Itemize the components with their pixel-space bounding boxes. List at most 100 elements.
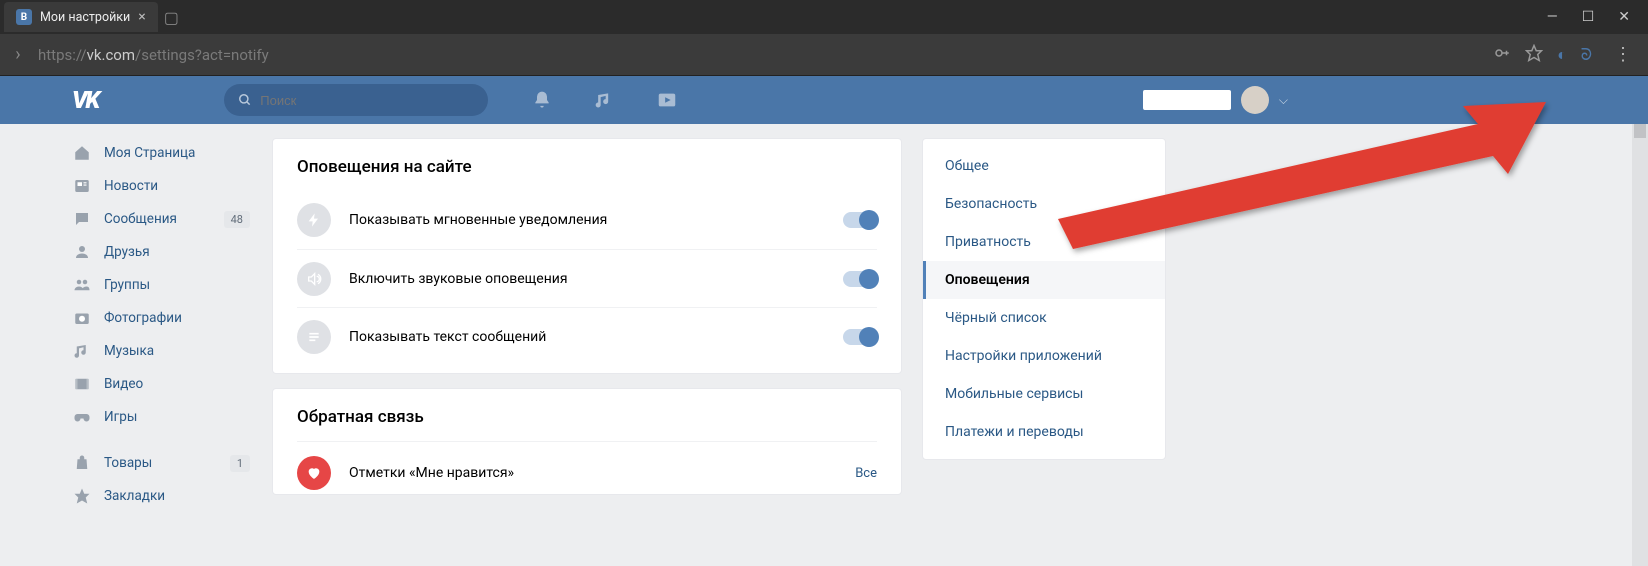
settings-item-label: Приватность xyxy=(945,234,1031,250)
leftnav-label: Друзья xyxy=(104,244,150,260)
video-play-icon[interactable] xyxy=(656,89,678,111)
option-show-text: Показывать текст сообщений xyxy=(297,307,877,365)
music-icon[interactable] xyxy=(594,90,614,110)
option-text: Показывать мгновенные уведомления xyxy=(349,212,825,228)
url-protocol: https:// xyxy=(38,46,87,64)
settings-item-security[interactable]: Безопасность xyxy=(923,185,1165,223)
option-sound-notifications: Включить звуковые оповещения xyxy=(297,249,877,307)
url-host: vk.com xyxy=(87,46,135,64)
leftnav-music[interactable]: Музыка xyxy=(66,336,256,366)
address-bar[interactable]: https://vk.com/settings?act=notify xyxy=(38,46,1483,64)
feedback-card: Обратная связь Отметки «Мне нравится» Вс… xyxy=(272,388,902,495)
leftnav-games[interactable]: Игры xyxy=(66,402,256,432)
url-path: /settings?act=notify xyxy=(135,46,269,64)
settings-item-label: Мобильные сервисы xyxy=(945,386,1083,402)
settings-item-general[interactable]: Общее xyxy=(923,147,1165,185)
vk-favicon: B xyxy=(16,9,32,25)
leftnav-messages[interactable]: Сообщения 48 xyxy=(66,204,256,234)
site-notifications-card: Оповещения на сайте Показывать мгновенны… xyxy=(272,138,902,374)
toggle-switch[interactable] xyxy=(843,271,877,287)
extension-icon-2[interactable]: ᘐ xyxy=(1581,45,1592,65)
option-text: Показывать текст сообщений xyxy=(349,329,825,345)
star-nav-icon xyxy=(72,486,92,506)
extension-icon-1[interactable]: ◐ xyxy=(1557,45,1567,65)
leftnav-photos[interactable]: Фотографии xyxy=(66,303,256,333)
new-tab-icon[interactable]: ▢ xyxy=(164,8,179,27)
search-box[interactable] xyxy=(224,84,488,116)
leftnav-friends[interactable]: Друзья xyxy=(66,237,256,267)
games-icon xyxy=(72,407,92,427)
notifications-icon[interactable] xyxy=(532,90,552,110)
avatar xyxy=(1241,86,1269,114)
browser-menu-icon[interactable]: ⋮ xyxy=(1606,44,1640,65)
leftnav-my-page[interactable]: Моя Страница xyxy=(66,138,256,168)
scrollbar[interactable] xyxy=(1632,124,1648,566)
settings-item-privacy[interactable]: Приватность xyxy=(923,223,1165,261)
music-nav-icon xyxy=(72,341,92,361)
profile-menu[interactable]: ⌵ xyxy=(1143,86,1288,114)
all-label[interactable]: Все xyxy=(855,466,877,481)
goods-badge: 1 xyxy=(230,455,250,472)
profile-name xyxy=(1143,90,1231,110)
star-icon[interactable] xyxy=(1525,44,1543,66)
bag-icon xyxy=(72,453,92,473)
search-icon xyxy=(238,93,252,107)
settings-item-label: Платежи и переводы xyxy=(945,424,1084,440)
card-title: Обратная связь xyxy=(297,407,877,427)
settings-item-apps[interactable]: Настройки приложений xyxy=(923,337,1165,375)
nav-back-icon[interactable]: › xyxy=(8,44,28,65)
vk-logo[interactable]: VK xyxy=(72,86,98,114)
settings-item-label: Чёрный список xyxy=(945,310,1047,326)
key-icon[interactable] xyxy=(1493,44,1511,66)
tab-close-icon[interactable]: × xyxy=(138,9,145,25)
leftnav-label: Группы xyxy=(104,277,150,293)
settings-item-label: Общее xyxy=(945,158,989,174)
browser-titlebar: B Мои настройки × ▢ — ☐ ✕ xyxy=(0,0,1648,34)
toggle-switch[interactable] xyxy=(843,212,877,228)
settings-item-label: Оповещения xyxy=(945,272,1030,288)
leftnav-label: Фотографии xyxy=(104,310,182,326)
settings-item-payments[interactable]: Платежи и переводы xyxy=(923,413,1165,451)
window-close-icon[interactable]: ✕ xyxy=(1618,9,1630,25)
like-row[interactable]: Отметки «Мне нравится» Все xyxy=(297,441,877,494)
text-lines-icon xyxy=(297,320,331,354)
option-text: Включить звуковые оповещения xyxy=(349,271,825,287)
address-bar-row: › https://vk.com/settings?act=notify ◐ ᘐ… xyxy=(0,34,1648,76)
chevron-down-icon: ⌵ xyxy=(1279,93,1288,108)
vk-header: VK ⌵ xyxy=(0,76,1648,124)
main-column: Оповещения на сайте Показывать мгновенны… xyxy=(272,124,902,566)
leftnav-news[interactable]: Новости xyxy=(66,171,256,201)
toggle-switch[interactable] xyxy=(843,329,877,345)
window-minimize-icon[interactable]: — xyxy=(1547,9,1558,25)
messages-icon xyxy=(72,209,92,229)
leftnav-groups[interactable]: Группы xyxy=(66,270,256,300)
sound-icon xyxy=(297,262,331,296)
video-nav-icon xyxy=(72,374,92,394)
leftnav-label: Закладки xyxy=(104,488,165,504)
heart-icon xyxy=(297,456,331,490)
leftnav-label: Игры xyxy=(104,409,137,425)
leftnav-label: Сообщения xyxy=(104,211,177,227)
settings-nav: Общее Безопасность Приватность Оповещени… xyxy=(922,138,1166,460)
leftnav-label: Новости xyxy=(104,178,158,194)
groups-icon xyxy=(72,275,92,295)
leftnav-bookmarks[interactable]: Закладки xyxy=(66,481,256,511)
settings-column: Общее Безопасность Приватность Оповещени… xyxy=(922,124,1166,566)
friends-icon xyxy=(72,242,92,262)
browser-tab[interactable]: B Мои настройки × xyxy=(4,2,158,32)
camera-icon xyxy=(72,308,92,328)
messages-badge: 48 xyxy=(224,211,250,228)
left-nav: Моя Страница Новости Сообщения48 Друзья … xyxy=(66,124,256,566)
settings-item-mobile[interactable]: Мобильные сервисы xyxy=(923,375,1165,413)
settings-item-notifications[interactable]: Оповещения xyxy=(923,261,1165,299)
leftnav-video[interactable]: Видео xyxy=(66,369,256,399)
settings-item-blacklist[interactable]: Чёрный список xyxy=(923,299,1165,337)
news-icon xyxy=(72,176,92,196)
lightning-icon xyxy=(297,203,331,237)
window-maximize-icon[interactable]: ☐ xyxy=(1582,9,1595,25)
leftnav-label: Видео xyxy=(104,376,143,392)
search-input[interactable] xyxy=(260,93,474,108)
leftnav-goods[interactable]: Товары1 xyxy=(66,448,256,478)
settings-item-label: Настройки приложений xyxy=(945,348,1102,364)
home-icon xyxy=(72,143,92,163)
